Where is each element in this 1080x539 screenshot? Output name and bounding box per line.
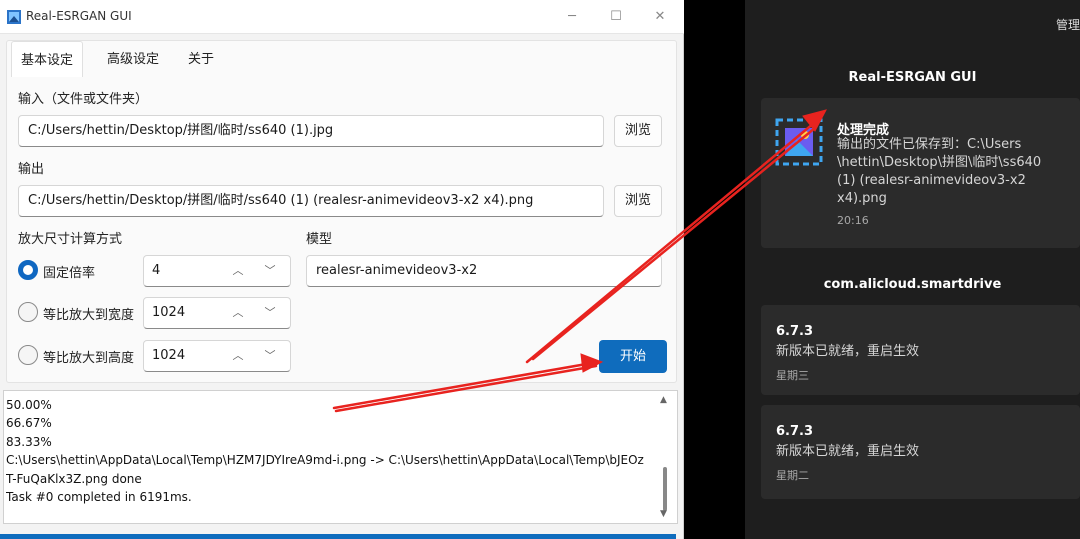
log-lines: 50.00% 66.67% 83.33% C:\Users\hettin\App… bbox=[6, 396, 656, 506]
notification-body-line: \hettin\Desktop\拼图\临时\ss640 bbox=[837, 155, 1042, 170]
radio-fit-height-label: 等比放大到高度 bbox=[43, 351, 135, 366]
scroll-thumb[interactable] bbox=[663, 467, 667, 511]
tab-basic-settings[interactable]: 基本设定 bbox=[11, 41, 83, 77]
chevron-up-icon[interactable]: ︿ bbox=[228, 256, 248, 286]
log-output[interactable]: 50.00% 66.67% 83.33% C:\Users\hettin\App… bbox=[3, 390, 678, 524]
notification-body: 新版本已就绪，重启生效 bbox=[776, 444, 920, 459]
notification-card[interactable]: 6.7.3 新版本已就绪，重启生效 星期二 bbox=[761, 405, 1080, 499]
title-bar[interactable]: Real-ESRGAN GUI ─ ☐ ✕ bbox=[0, 0, 684, 34]
scroll-down-icon[interactable]: ▼ bbox=[660, 509, 667, 519]
chevron-down-icon[interactable]: ﹀ bbox=[260, 298, 280, 328]
log-line: 50.00% bbox=[6, 398, 52, 412]
radio-fixed-ratio-label: 固定倍率 bbox=[43, 266, 96, 281]
log-line: 83.33% bbox=[6, 434, 52, 449]
notification-group-title: Real-ESRGAN GUI bbox=[848, 70, 977, 85]
tab-advanced-settings[interactable]: 高级设定 bbox=[93, 41, 173, 77]
fit-width-stepper[interactable]: 1024 ︿ ﹀ bbox=[143, 297, 291, 329]
notification-body-line: (1) (realesr-animevideov3-x2 bbox=[837, 173, 1026, 188]
notification-body-line: 输出的文件已保存到：C:\Users bbox=[837, 137, 1022, 152]
radio-fit-height[interactable] bbox=[18, 345, 38, 365]
log-line: T-FuQaKlx3Z.png done bbox=[6, 471, 142, 486]
notification-time: 20:16 bbox=[837, 214, 869, 227]
notification-group-title: com.alicloud.smartdrive bbox=[823, 277, 1002, 292]
fixed-ratio-stepper[interactable]: 4 ︿ ﹀ bbox=[143, 255, 291, 287]
fixed-ratio-value: 4 bbox=[152, 263, 161, 278]
input-browse-button[interactable]: 浏览 bbox=[614, 115, 662, 147]
model-label: 模型 bbox=[306, 232, 333, 247]
radio-fit-width[interactable] bbox=[18, 302, 38, 322]
notification-title: 6.7.3 bbox=[776, 424, 814, 439]
manage-notifications-link[interactable]: 管理 bbox=[1056, 16, 1080, 33]
fit-height-stepper[interactable]: 1024 ︿ ﹀ bbox=[143, 340, 291, 372]
output-label: 输出 bbox=[18, 162, 45, 177]
model-select[interactable]: realesr-animevideov3-x2 bbox=[306, 255, 662, 287]
scale-mode-label: 放大尺寸计算方式 bbox=[18, 232, 123, 247]
notification-title: 6.7.3 bbox=[776, 324, 814, 339]
scroll-up-icon[interactable]: ▲ bbox=[660, 395, 667, 405]
notification-body-line: x4).png bbox=[837, 191, 887, 206]
output-path-field[interactable]: C:/Users/hettin/Desktop/拼图/临时/ss640 (1) … bbox=[18, 185, 604, 217]
radio-fit-width-label: 等比放大到宽度 bbox=[43, 308, 135, 323]
fit-height-value: 1024 bbox=[152, 348, 186, 363]
app-window: Real-ESRGAN GUI ─ ☐ ✕ 基本设定 高级设定 关于 输入（文件… bbox=[0, 0, 684, 539]
chevron-up-icon[interactable]: ︿ bbox=[228, 298, 248, 328]
output-browse-button[interactable]: 浏览 bbox=[614, 185, 662, 217]
progress-bar bbox=[0, 534, 676, 539]
chevron-down-icon[interactable]: ﹀ bbox=[260, 256, 280, 286]
input-label: 输入（文件或文件夹） bbox=[18, 92, 149, 107]
log-scrollbar[interactable]: ▲ ▼ bbox=[659, 395, 671, 519]
log-line: Task #0 completed in 6191ms. bbox=[6, 490, 192, 505]
minimize-button[interactable]: ─ bbox=[550, 0, 594, 34]
notification-card[interactable]: 6.7.3 新版本已就绪，重启生效 星期三 bbox=[761, 305, 1080, 395]
chevron-down-icon[interactable]: ﹀ bbox=[260, 341, 280, 371]
notification-time: 星期二 bbox=[776, 469, 809, 482]
chevron-up-icon[interactable]: ︿ bbox=[228, 341, 248, 371]
notification-card[interactable]: 处理完成 输出的文件已保存到：C:\Users \hettin\Desktop\… bbox=[761, 98, 1080, 248]
input-path-field[interactable]: C:/Users/hettin/Desktop/拼图/临时/ss640 (1).… bbox=[18, 115, 604, 147]
window-title: Real-ESRGAN GUI bbox=[26, 9, 132, 23]
tab-about[interactable]: 关于 bbox=[177, 41, 225, 77]
close-button[interactable]: ✕ bbox=[638, 0, 682, 34]
notification-body: 新版本已就绪，重启生效 bbox=[776, 344, 920, 359]
notification-center: 管理 Real-ESRGAN GUI 处理完成 输出的文件已保存到：C:\Use… bbox=[745, 0, 1080, 539]
image-file-icon bbox=[775, 118, 823, 166]
app-logo-icon bbox=[7, 10, 21, 24]
notification-time: 星期三 bbox=[776, 369, 809, 382]
log-line: C:\Users\hettin\AppData\Local\Temp\HZM7J… bbox=[6, 453, 644, 468]
start-button[interactable]: 开始 bbox=[599, 340, 667, 373]
log-line: 66.67% bbox=[6, 416, 52, 431]
maximize-button[interactable]: ☐ bbox=[594, 0, 638, 34]
fit-width-value: 1024 bbox=[152, 305, 186, 320]
radio-fixed-ratio[interactable] bbox=[18, 260, 38, 280]
notification-body: 输出的文件已保存到：C:\Users \hettin\Desktop\拼图\临时… bbox=[837, 136, 1072, 208]
